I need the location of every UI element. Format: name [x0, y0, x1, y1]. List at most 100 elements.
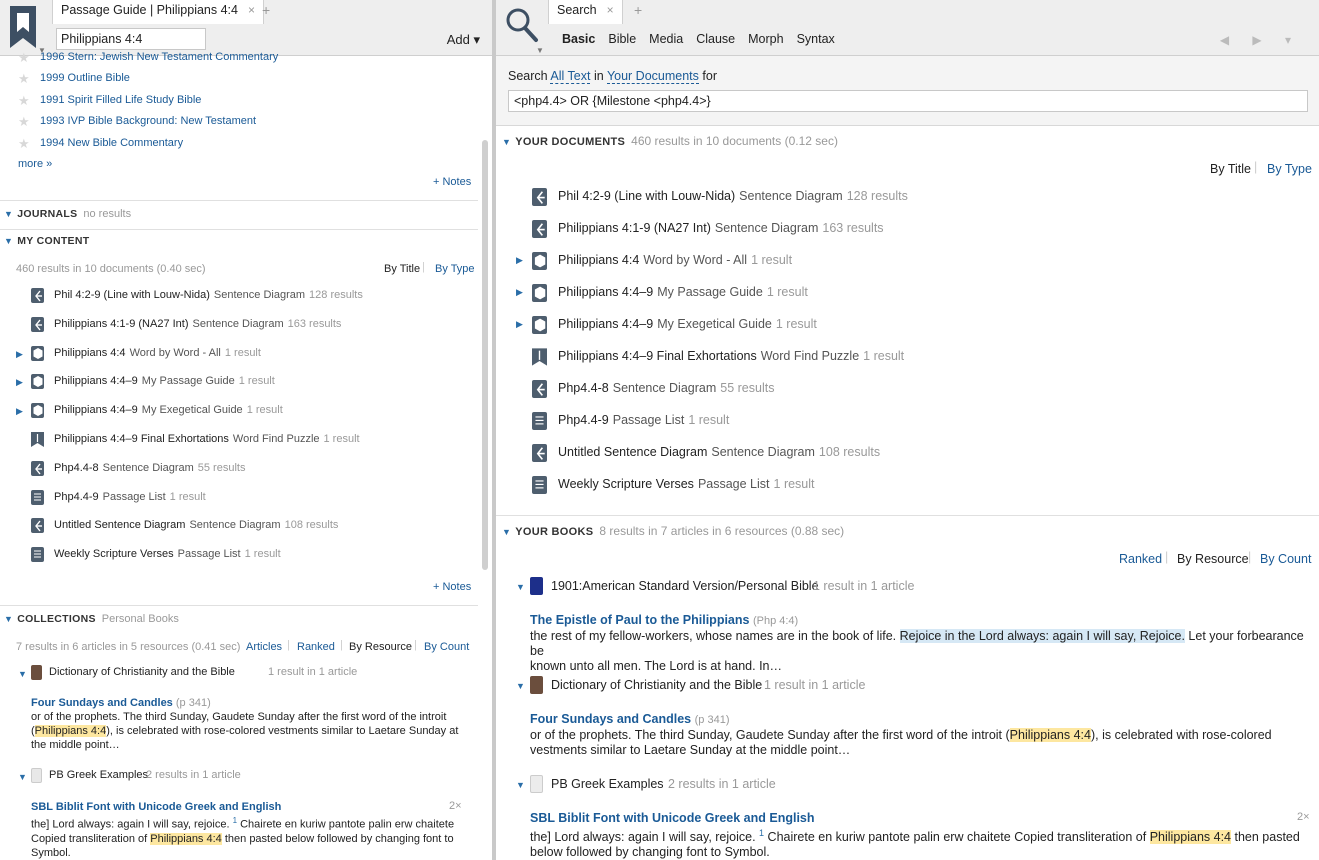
tab-media[interactable]: Media [649, 32, 683, 46]
document-row[interactable]: Philippians 4:4 Word by Word - All 1 resul… [558, 253, 792, 267]
commentary-link[interactable]: 1996 Stern: Jewish New Testament Comment… [40, 51, 278, 63]
resource-title[interactable]: Dictionary of Christianity and the Bible [49, 666, 235, 678]
document-row[interactable]: Philippians 4:1-9 (NA27 Int) Sentence Dia… [54, 318, 341, 330]
document-row[interactable]: Phil 4:2-9 (Line with Louw-Nida) Sentence… [558, 189, 908, 203]
document-row[interactable]: Philippians 4:4–9 Final Exhortations Word… [558, 349, 904, 363]
expand-triangle-icon[interactable]: ▶ [516, 319, 523, 330]
document-row[interactable]: Philippians 4:4–9 Final Exhortations Word… [54, 433, 360, 445]
collapse-triangle-icon[interactable]: ▼ [502, 527, 511, 537]
collapse-triangle-icon[interactable]: ▼ [516, 780, 525, 790]
document-row[interactable]: Philippians 4:4 Word by Word - All 1 resul… [54, 347, 261, 359]
add-button[interactable]: Add ▾ [447, 32, 480, 48]
document-row[interactable]: Php4.4-8 Sentence Diagram 55 results [558, 381, 774, 395]
commentary-link[interactable]: 1999 Outline Bible [40, 72, 130, 84]
favorite-star-icon[interactable]: ★ [18, 71, 30, 87]
ranked-option[interactable]: Ranked [297, 641, 335, 653]
history-nav-arrows[interactable]: ◀ ▶ ▾ [1220, 33, 1301, 47]
collapse-triangle-icon[interactable]: ▼ [18, 772, 27, 782]
resource-title[interactable]: PB Greek Examples [551, 777, 664, 791]
article-title-link[interactable]: Four Sundays and Candles [530, 712, 691, 726]
article-title-link[interactable]: SBL Biblit Font with Unicode Greek and E… [530, 811, 815, 825]
collapse-triangle-icon[interactable]: ▼ [4, 236, 13, 246]
your-books-section-header[interactable]: ▼ YOUR BOOKS 8 results in 7 articles in 6 … [502, 524, 844, 538]
journals-section-header[interactable]: ▼ JOURNALS no results [4, 208, 131, 220]
search-hit-highlight[interactable]: Philippians 4:4 [1149, 830, 1232, 845]
document-row[interactable]: Philippians 4:4–9 My Exegetical Guide 1 re… [558, 317, 817, 331]
collapse-triangle-icon[interactable]: ▼ [516, 582, 525, 592]
expand-triangle-icon[interactable]: ▶ [16, 377, 23, 388]
document-row[interactable]: Weekly Scripture Verses Passage List 1 res… [54, 548, 281, 560]
favorite-star-icon[interactable]: ★ [18, 136, 30, 152]
articles-option[interactable]: Articles [246, 641, 282, 653]
search-query-input[interactable]: <php4.4> OR {Milestone <php4.4>} [508, 90, 1308, 112]
collapse-triangle-icon[interactable]: ▼ [4, 614, 13, 624]
collapse-triangle-icon[interactable]: ▼ [18, 669, 27, 679]
by-title-option[interactable]: By Title [384, 263, 420, 275]
document-row[interactable]: Untitled Sentence Diagram Sentence Diagra… [558, 445, 880, 459]
document-row[interactable]: Philippians 4:1-9 (NA27 Int) Sentence Dia… [558, 221, 884, 235]
my-content-section-header[interactable]: ▼ MY CONTENT [4, 235, 89, 247]
tab-morph[interactable]: Morph [748, 32, 783, 46]
expand-triangle-icon[interactable]: ▶ [16, 349, 23, 360]
tab-bible[interactable]: Bible [608, 32, 636, 46]
favorite-star-icon[interactable]: ★ [18, 93, 30, 109]
your-documents-section-header[interactable]: ▼ YOUR DOCUMENTS 460 results in 10 documen… [502, 134, 838, 148]
article-title-link[interactable]: The Epistle of Paul to the Philippians [530, 613, 749, 627]
document-row[interactable]: Weekly Scripture Verses Passage List 1 res… [558, 477, 815, 491]
tab-search[interactable]: Search × [548, 0, 623, 24]
new-tab-icon[interactable]: + [262, 2, 270, 18]
by-type-option[interactable]: By Type [1267, 162, 1312, 176]
add-notes-link[interactable]: + Notes [433, 581, 471, 593]
search-hit-highlight[interactable]: Philippians 4:4 [1009, 728, 1091, 742]
ranked-option[interactable]: Ranked [1119, 552, 1162, 566]
search-hit-highlight[interactable]: Rejoice in the Lord always: again I will… [899, 629, 1185, 643]
tab-clause[interactable]: Clause [696, 32, 735, 46]
document-row[interactable]: Php4.4-9 Passage List 1 result [558, 413, 729, 427]
by-title-option[interactable]: By Title [1210, 162, 1251, 176]
more-link[interactable]: more » [18, 158, 52, 170]
favorite-star-icon[interactable]: ★ [18, 50, 30, 66]
expand-triangle-icon[interactable]: ▶ [16, 406, 23, 417]
close-tab-icon[interactable]: × [248, 3, 255, 17]
document-row[interactable]: Untitled Sentence Diagram Sentence Diagra… [54, 519, 338, 531]
expand-triangle-icon[interactable]: ▶ [516, 287, 523, 298]
document-row[interactable]: Php4.4-8 Sentence Diagram 55 results [54, 462, 245, 474]
commentary-link[interactable]: 1991 Spirit Filled Life Study Bible [40, 94, 201, 106]
by-type-option[interactable]: By Type [435, 263, 475, 275]
close-tab-icon[interactable]: × [607, 3, 614, 17]
resource-title[interactable]: Dictionary of Christianity and the Bible [551, 678, 762, 692]
by-count-option[interactable]: By Count [424, 641, 469, 653]
favorite-star-icon[interactable]: ★ [18, 114, 30, 130]
document-row[interactable]: Phil 4:2-9 (Line with Louw-Nida) Sentence… [54, 289, 363, 301]
scope-text-dropdown[interactable]: All Text [550, 69, 591, 84]
app-menu-chevron-icon[interactable]: ▼ [536, 46, 544, 55]
document-row[interactable]: Philippians 4:4–9 My Passage Guide 1 resul… [54, 375, 275, 387]
search-app-icon[interactable] [504, 6, 540, 46]
document-row[interactable]: Php4.4-9 Passage List 1 result [54, 491, 206, 503]
by-resource-option[interactable]: By Resource [349, 641, 412, 653]
collapse-triangle-icon[interactable]: ▼ [4, 209, 13, 219]
expand-triangle-icon[interactable]: ▶ [516, 255, 523, 266]
new-tab-icon[interactable]: + [634, 2, 642, 18]
collapse-triangle-icon[interactable]: ▼ [502, 137, 511, 147]
article-title-link[interactable]: SBL Biblit Font with Unicode Greek and E… [31, 801, 281, 813]
document-row[interactable]: Philippians 4:4–9 My Exegetical Guide 1 re… [54, 404, 283, 416]
tab-passage-guide[interactable]: Passage Guide | Philippians 4:4 × [52, 0, 264, 24]
commentary-link[interactable]: 1994 New Bible Commentary [40, 137, 183, 149]
collapse-triangle-icon[interactable]: ▼ [516, 681, 525, 691]
resource-title[interactable]: 1901:American Standard Version/Personal … [551, 579, 819, 593]
search-hit-highlight[interactable]: Philippians 4:4 [34, 725, 107, 737]
search-hit-highlight[interactable]: Philippians 4:4 [150, 832, 222, 845]
resource-title[interactable]: PB Greek Examples [49, 769, 148, 781]
document-row[interactable]: Philippians 4:4–9 My Passage Guide 1 resul… [558, 285, 808, 299]
reference-input[interactable]: Philippians 4:4 [56, 28, 206, 50]
collections-section-header[interactable]: ▼ COLLECTIONS Personal Books [4, 613, 179, 625]
add-notes-link[interactable]: + Notes [433, 176, 471, 188]
left-scrollbar[interactable] [482, 140, 488, 570]
tab-basic[interactable]: Basic [562, 32, 595, 46]
tab-syntax[interactable]: Syntax [797, 32, 835, 46]
by-resource-option[interactable]: By Resource [1177, 552, 1249, 566]
commentary-link[interactable]: 1993 IVP Bible Background: New Testament [40, 115, 256, 127]
scope-documents-dropdown[interactable]: Your Documents [606, 69, 699, 84]
article-title-link[interactable]: Four Sundays and Candles [31, 697, 173, 709]
